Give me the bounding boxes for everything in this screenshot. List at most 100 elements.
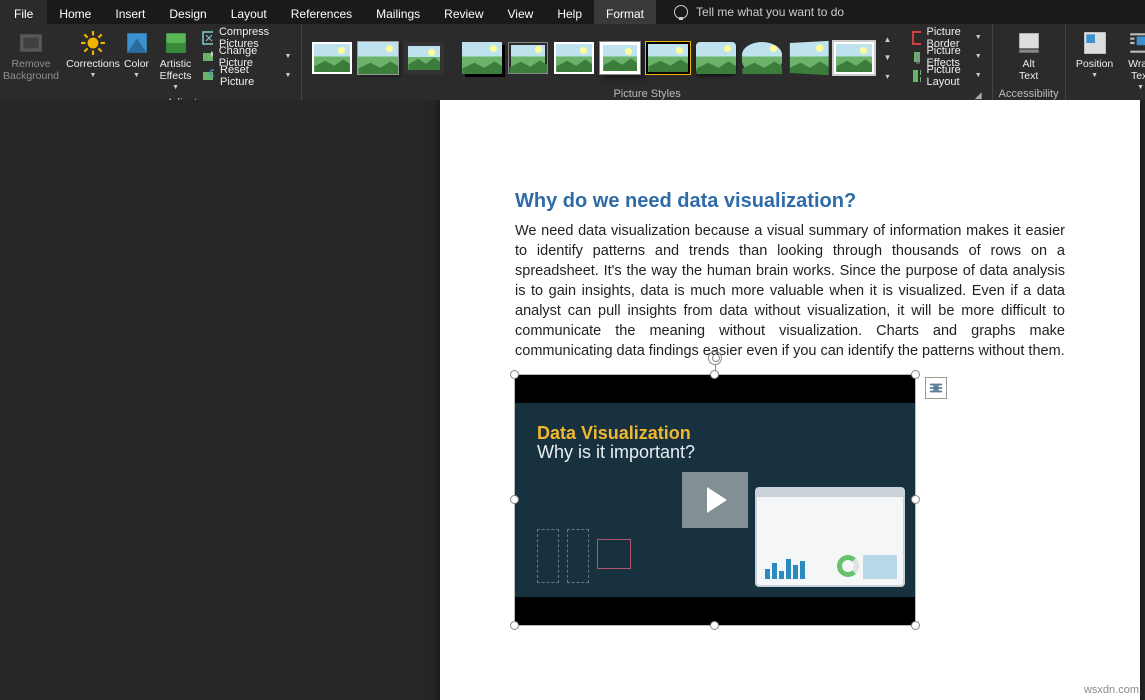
chevron-down-icon: ▼ xyxy=(90,72,97,79)
video-title-2: Why is it important? xyxy=(537,442,893,463)
tab-insert[interactable]: Insert xyxy=(103,0,157,24)
chevron-down-icon: ▼ xyxy=(285,72,292,79)
chevron-down-icon: ▼ xyxy=(285,53,292,60)
picture-styles-gallery: ▲▼▾ xyxy=(308,26,898,86)
video-slide: Data Visualization Why is it important? xyxy=(515,403,915,597)
server-graphic xyxy=(537,529,631,583)
group-arrange: Position ▼ Wrap Text ▼ Bring Forward xyxy=(1066,24,1145,100)
adjust-small-buttons: Compress Pictures Change Picture▼ Reset … xyxy=(198,26,295,85)
style-thumb-2[interactable] xyxy=(358,42,398,74)
color-icon xyxy=(124,30,150,56)
alt-text-icon xyxy=(1016,30,1042,56)
chevron-down-icon: ▼ xyxy=(133,72,140,79)
chevron-down-icon: ▼ xyxy=(884,53,892,62)
alt-text-button[interactable]: Alt Text xyxy=(1007,26,1051,86)
resize-handle-br[interactable] xyxy=(911,621,920,630)
gallery-more-button[interactable]: ▲▼▾ xyxy=(880,30,894,86)
video-title-1: Data Visualization xyxy=(537,423,893,444)
layout-label: Picture Layout xyxy=(927,64,967,88)
resize-handle-tr[interactable] xyxy=(911,370,920,379)
reset-icon xyxy=(202,69,214,83)
tab-design[interactable]: Design xyxy=(157,0,218,24)
selected-picture[interactable]: Data Visualization Why is it important? xyxy=(515,375,915,625)
resize-handle-t[interactable] xyxy=(710,370,719,379)
style-thumb-11[interactable] xyxy=(790,41,829,75)
play-icon[interactable] xyxy=(682,472,748,528)
tab-file[interactable]: File xyxy=(0,0,47,24)
style-thumb-12[interactable] xyxy=(834,42,874,74)
chevron-down-icon: ▼ xyxy=(1091,72,1098,79)
style-thumb-10[interactable] xyxy=(742,42,782,74)
menu-tabs: File Home Insert Design Layout Reference… xyxy=(0,0,1145,24)
position-icon xyxy=(1082,30,1108,56)
tab-layout[interactable]: Layout xyxy=(219,0,279,24)
style-thumb-5[interactable] xyxy=(508,42,548,74)
tab-mailings[interactable]: Mailings xyxy=(364,0,432,24)
rotation-handle[interactable] xyxy=(708,351,722,365)
tab-format[interactable]: Format xyxy=(594,0,656,24)
chevron-down-icon: ▼ xyxy=(975,72,982,79)
style-thumb-7[interactable] xyxy=(600,42,640,74)
style-thumb-4[interactable] xyxy=(462,42,502,74)
color-label: Color xyxy=(124,58,149,70)
style-thumb-6[interactable] xyxy=(554,42,594,74)
corrections-icon xyxy=(80,30,106,56)
layout-options-button[interactable] xyxy=(925,377,947,399)
video-thumbnail[interactable]: Data Visualization Why is it important? xyxy=(515,375,915,625)
laptop-graphic xyxy=(755,487,905,587)
compress-icon xyxy=(202,31,213,45)
remove-bg-label: Remove Background xyxy=(3,58,59,82)
tab-help[interactable]: Help xyxy=(545,0,594,24)
remove-bg-icon xyxy=(18,30,44,56)
chevron-down-icon: ▼ xyxy=(172,84,179,91)
layout-icon xyxy=(912,69,920,83)
corrections-label: Corrections xyxy=(66,58,120,70)
group-picture-styles: ▲▼▾ Picture Border▼ Picture Effects▼ Pic… xyxy=(302,24,992,100)
style-thumb-9[interactable] xyxy=(696,42,736,74)
video-bar-top xyxy=(515,375,915,403)
picture-format-buttons: Picture Border▼ Picture Effects▼ Picture… xyxy=(908,26,985,85)
group-accessibility: Alt Text Accessibility xyxy=(993,24,1066,100)
reset-picture-button[interactable]: Reset Picture ▼ xyxy=(198,66,295,85)
wrap-text-button[interactable]: Wrap Text ▼ xyxy=(1120,26,1145,95)
tab-references[interactable]: References xyxy=(279,0,364,24)
heading: Why do we need data visualization? xyxy=(515,190,1065,213)
body-paragraph: We need data visualization because a vis… xyxy=(515,221,1065,361)
position-label: Position xyxy=(1076,58,1113,70)
remove-background-button: Remove Background xyxy=(6,26,56,86)
resize-handle-b[interactable] xyxy=(710,621,719,630)
chevron-down-icon: ▼ xyxy=(975,34,982,41)
resize-handle-tl[interactable] xyxy=(510,370,519,379)
effects-icon xyxy=(912,50,920,64)
artistic-label: Artistic Effects xyxy=(160,58,192,82)
lightbulb-icon xyxy=(674,5,688,19)
resize-handle-l[interactable] xyxy=(510,495,519,504)
artistic-icon xyxy=(163,30,189,56)
watermark: wsxdn.com xyxy=(1084,684,1139,696)
tab-view[interactable]: View xyxy=(496,0,546,24)
border-icon xyxy=(912,31,920,45)
artistic-effects-button[interactable]: Artistic Effects ▼ xyxy=(155,26,196,95)
change-icon xyxy=(202,50,213,64)
chevron-up-icon: ▲ xyxy=(884,35,892,44)
style-thumb-3[interactable] xyxy=(404,42,444,74)
style-thumb-1[interactable] xyxy=(312,42,352,74)
tell-me-search[interactable]: Tell me what you want to do xyxy=(656,0,844,24)
group-remove-bg: Remove Background xyxy=(0,24,62,100)
picture-layout-button[interactable]: Picture Layout ▼ xyxy=(908,66,985,85)
tell-me-placeholder: Tell me what you want to do xyxy=(696,5,844,19)
resize-handle-r[interactable] xyxy=(911,495,920,504)
position-button[interactable]: Position ▼ xyxy=(1072,26,1118,83)
wrap-label: Wrap Text xyxy=(1128,58,1145,82)
tab-review[interactable]: Review xyxy=(432,0,495,24)
alt-text-label: Alt Text xyxy=(1019,58,1038,82)
chevron-down-icon: ▼ xyxy=(975,53,982,60)
resize-handle-bl[interactable] xyxy=(510,621,519,630)
corrections-button[interactable]: Corrections ▼ xyxy=(68,26,118,83)
wrap-icon xyxy=(1128,30,1145,56)
color-button[interactable]: Color ▼ xyxy=(120,26,153,83)
style-thumb-8[interactable] xyxy=(646,42,690,74)
reset-label: Reset Picture xyxy=(220,64,277,88)
editor-canvas[interactable]: Why do we need data visualization? We ne… xyxy=(0,100,1145,700)
tab-home[interactable]: Home xyxy=(47,0,103,24)
